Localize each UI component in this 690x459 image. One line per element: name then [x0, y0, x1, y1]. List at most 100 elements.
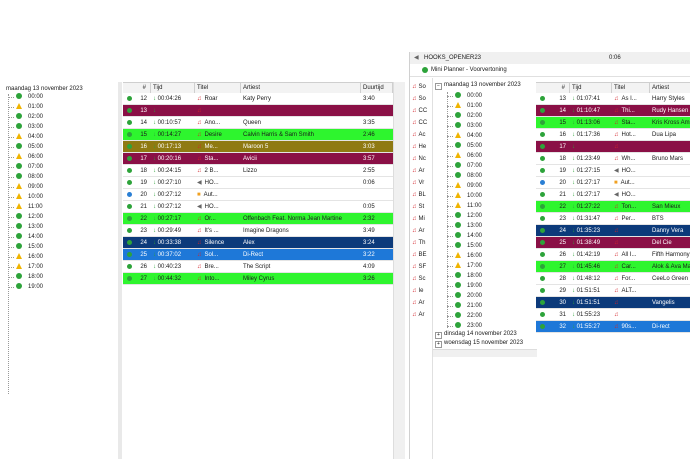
- tree-hour-item[interactable]: 11:00: [455, 201, 482, 211]
- tree-hour-item[interactable]: 05:00: [455, 141, 482, 151]
- playlist-row[interactable]: 25 ↓ 01:38:49 ♫ Del Cie: [536, 237, 690, 249]
- col-header-duurtijd[interactable]: Duurtijd: [361, 83, 393, 93]
- side-list-item[interactable]: ♫ Mi: [412, 214, 425, 224]
- side-list-item[interactable]: ♫ Ar: [412, 310, 425, 320]
- tree-hour-item[interactable]: 06:00: [455, 151, 482, 161]
- tree-hour-item[interactable]: 14:00: [16, 232, 43, 242]
- playlist-row[interactable]: 15↓ 01:13:06♫Sta...Kris Kross Amst: [536, 117, 690, 129]
- tree-hour-item[interactable]: 20:00: [455, 291, 482, 301]
- tree-hour-item[interactable]: 23:00: [455, 321, 482, 331]
- tree-hour-item[interactable]: 18:00: [455, 271, 482, 281]
- playlist-row[interactable]: 14 ↓ 00:10:57 ♫ Ano... Queen 3:35: [123, 117, 393, 129]
- tree-hour-item[interactable]: 17:00: [16, 262, 43, 272]
- side-list-item[interactable]: ♫ Ie: [412, 286, 424, 296]
- tree-hour-item[interactable]: 01:00: [455, 101, 482, 111]
- side-list-item[interactable]: ♫ Sc: [412, 274, 426, 284]
- tree-hour-item[interactable]: 15:00: [455, 241, 482, 251]
- playlist-row[interactable]: 18 ↓ 00:24:15 ♫ 2 B... Lizzo 2:55: [123, 165, 393, 177]
- side-list-item[interactable]: ♫ BE: [412, 250, 427, 260]
- tree-hour-item[interactable]: 00:00: [16, 92, 43, 102]
- side-list-item[interactable]: ♫ Th: [412, 238, 426, 248]
- playlist-row[interactable]: 18 ↓ 01:23:49 ♫ Wh... Bruno Mars: [536, 153, 690, 165]
- tree-hour-item[interactable]: 21:00: [455, 301, 482, 311]
- tree-hour-item[interactable]: 09:00: [455, 181, 482, 191]
- playlist-row[interactable]: 31 ↓ 01:55:23 ♫: [536, 309, 690, 321]
- left-splitter[interactable]: [118, 82, 122, 459]
- playlist-row[interactable]: 20 ↓ 01:27:17 ■ Aut...: [536, 177, 690, 189]
- side-list-item[interactable]: ♫ Ar: [412, 226, 425, 236]
- col-header-titel[interactable]: Titel: [195, 83, 241, 93]
- tree-hour-item[interactable]: 12:00: [455, 211, 482, 221]
- playlist-row[interactable]: 27 ↓ 01:45:46 ♫ Car... Alok & Ava Max: [536, 261, 690, 273]
- tree-hour-item[interactable]: 09:00: [16, 182, 43, 192]
- tree-date-dinsdag[interactable]: dinsdag 14 november 2023: [444, 331, 517, 337]
- playlist-row[interactable]: 19 ↓ 01:27:15 ◀ HO...: [536, 165, 690, 177]
- tree-hour-item[interactable]: 04:00: [16, 132, 43, 142]
- playlist-row[interactable]: 21 ↓ 01:27:17 ◀ HO...: [536, 189, 690, 201]
- playlist-row[interactable]: 32 ↓ 01:55:27 ♫ 90s... Di-rect: [536, 321, 690, 333]
- side-list-item[interactable]: ♫ SF: [412, 262, 426, 272]
- tree-hour-item[interactable]: 19:00: [455, 281, 482, 291]
- right-col-header-artiest[interactable]: Artiest: [650, 83, 690, 93]
- tree-hour-item[interactable]: 07:00: [16, 162, 43, 172]
- right-tree-hscroll[interactable]: [433, 349, 537, 357]
- right-col-header-titel[interactable]: Titel: [612, 83, 650, 93]
- tree-hour-item[interactable]: 17:00: [455, 261, 482, 271]
- playlist-row[interactable]: 29 ↓ 01:51:51 ♫ ALT...: [536, 285, 690, 297]
- playlist-row[interactable]: 17 ↓ 00:20:16 ♫ Sta... Avicii 3:57: [123, 153, 393, 165]
- playlist-row[interactable]: 21 ↓ 00:27:12 ◀ HO... 0:05: [123, 201, 393, 213]
- tree-hour-item[interactable]: 05:00: [16, 142, 43, 152]
- playlist-row[interactable]: 12 ↓ 00:04:26 ♫ Roar Katy Perry 3:40: [123, 93, 393, 105]
- left-scrollbar[interactable]: [393, 82, 405, 459]
- tree-hour-item[interactable]: 06:00: [16, 152, 43, 162]
- tree-hour-item[interactable]: 12:00: [16, 212, 43, 222]
- playlist-row[interactable]: 20 ↓ 00:27:12 ■ Aut...: [123, 189, 393, 201]
- playlist-row[interactable]: 23 ↓ 01:31:47 ♫ Per... BTS: [536, 213, 690, 225]
- playlist-row[interactable]: 13 ↓ 01:07:41 ♫ As I... Harry Styles: [536, 93, 690, 105]
- playlist-row[interactable]: 23 ↓ 00:29:49 ♫ It's ... Imagine Dragons 3:49: [123, 225, 393, 237]
- col-header-tijd[interactable]: Tijd: [151, 83, 195, 93]
- tree-hour-item[interactable]: 02:00: [16, 112, 43, 122]
- tree-date-woensdag[interactable]: woensdag 15 november 2023: [444, 340, 523, 346]
- tree-hour-item[interactable]: 19:00: [16, 282, 43, 292]
- right-tree-expander-2[interactable]: +: [435, 332, 442, 339]
- tree-hour-item[interactable]: 13:00: [16, 222, 43, 232]
- right-col-header-tijd[interactable]: Tijd: [570, 83, 612, 93]
- tree-hour-item[interactable]: 00:00: [455, 91, 482, 101]
- right-tree-expander-3[interactable]: +: [435, 341, 442, 348]
- side-list-item[interactable]: ♫ Nc: [412, 154, 426, 164]
- tree-hour-item[interactable]: 02:00: [455, 111, 482, 121]
- playlist-row[interactable]: 26 ↓ 00:40:23 ♫ Bre... The Script 4:09: [123, 261, 393, 273]
- tree-hour-item[interactable]: 10:00: [16, 192, 43, 202]
- side-list-item[interactable]: ♫ He: [412, 142, 426, 152]
- col-header-number[interactable]: #: [123, 83, 151, 93]
- side-list-item[interactable]: ♫ Vr: [412, 178, 424, 188]
- playlist-row[interactable]: 22 ↓ 01:27:22 ♫ Ton... San Mieux: [536, 201, 690, 213]
- tree-hour-item[interactable]: 14:00: [455, 231, 482, 241]
- tree-hour-item[interactable]: 07:00: [455, 161, 482, 171]
- playlist-row[interactable]: 17 ↓ ♫: [536, 141, 690, 153]
- playlist-row[interactable]: 25 ↓ 00:37:02 ♫ Sol... Di-Rect 3:22: [123, 249, 393, 261]
- side-list-item[interactable]: ♫ CC: [412, 118, 427, 128]
- playlist-row[interactable]: 16 ↓ 01:17:36 ♫ Hot... Dua Lipa: [536, 129, 690, 141]
- tree-hour-item[interactable]: 10:00: [455, 191, 482, 201]
- col-header-artiest[interactable]: Artiest: [241, 83, 361, 93]
- playlist-row[interactable]: 30 ↓ 01:51:51 ♫ Vangelis: [536, 297, 690, 309]
- tree-hour-item[interactable]: 16:00: [455, 251, 482, 261]
- tree-hour-item[interactable]: 08:00: [16, 172, 43, 182]
- tree-hour-item[interactable]: 13:00: [455, 221, 482, 231]
- side-list-item[interactable]: ♫ Ar: [412, 166, 425, 176]
- tree-hour-item[interactable]: 08:00: [455, 171, 482, 181]
- tree-hour-item[interactable]: 15:00: [16, 242, 43, 252]
- side-list-item[interactable]: ♫ Ar: [412, 298, 425, 308]
- tree-hour-item[interactable]: 03:00: [455, 121, 482, 131]
- playlist-row[interactable]: 13 ↓ ♫: [123, 105, 393, 117]
- side-list-item[interactable]: ♫ So: [412, 82, 426, 92]
- tree-hour-item[interactable]: 22:00: [455, 311, 482, 321]
- tree-hour-item[interactable]: 16:00: [16, 252, 43, 262]
- playlist-row[interactable]: 28 ↓ 01:48:12 ♫ For... CeeLo Green: [536, 273, 690, 285]
- playlist-row[interactable]: 14 ↓ 01:10:47 ♫ Thi... Rudy Hansen: [536, 105, 690, 117]
- right-tree-expander[interactable]: −: [435, 83, 442, 90]
- playlist-row[interactable]: 24 ↓ 00:33:38 ♫ Silence Alex 3:24: [123, 237, 393, 249]
- side-list-item[interactable]: ♫ Ac: [412, 130, 426, 140]
